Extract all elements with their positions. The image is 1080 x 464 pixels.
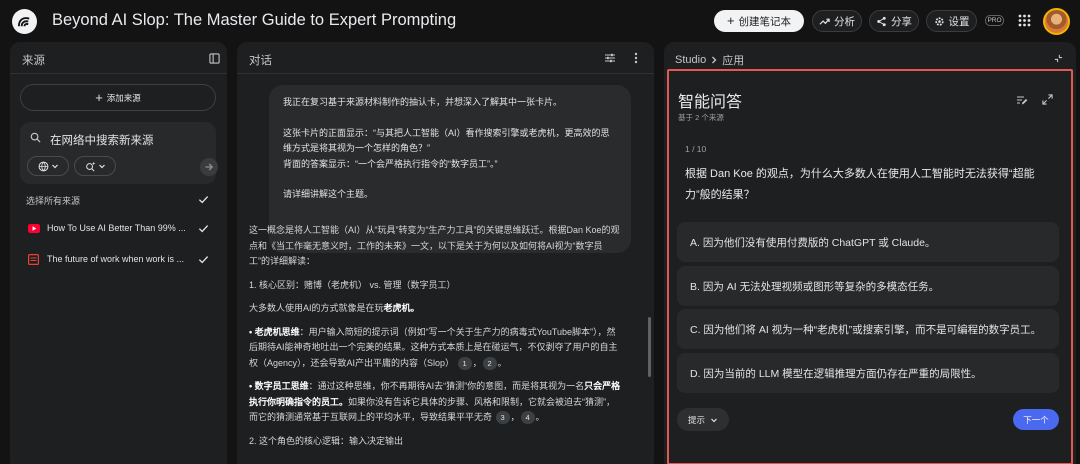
- source-item[interactable]: How To Use AI Better Than 99% ...: [28, 220, 186, 236]
- question-counter: 1 / 10: [685, 144, 707, 154]
- assistant-reply: 这一概念是将人工智能（AI）从“玩具”转变为“生产力工具”的关键思维跃迁。根据D…: [249, 223, 621, 457]
- search-submit-button[interactable]: [200, 158, 218, 176]
- analytics-label: 分析: [834, 15, 855, 28]
- source-checkbox[interactable]: [198, 223, 209, 234]
- search-icon: [30, 132, 41, 143]
- research-mode-dropdown[interactable]: [74, 156, 116, 176]
- chevron-right-icon: [712, 56, 717, 64]
- chat-scrollbar[interactable]: [648, 317, 651, 377]
- chevron-down-icon: [711, 418, 717, 422]
- source-item-label: The future of work when work is ...: [47, 254, 185, 264]
- settings-label: 设置: [948, 15, 970, 28]
- create-notebook-label: 创建笔记本: [738, 15, 792, 28]
- plus-icon: +: [726, 13, 735, 28]
- add-source-button[interactable]: + 添加来源: [20, 84, 216, 111]
- next-question-button[interactable]: 下一个: [1013, 409, 1059, 430]
- reply-bullet: • 老虎机思维：用户输入简短的提示词（例如“写一个关于生产力的病毒式YouTub…: [249, 326, 618, 370]
- source-item-label: How To Use AI Better Than 99% ...: [47, 223, 186, 233]
- answer-option-a[interactable]: A. 因为他们没有使用付费版的 ChatGPT 或 Claude。: [677, 222, 1059, 262]
- quiz-card: 智能问答 基于 2 个来源 1 / 10 根据 Dan Koe 的观点，为什么大…: [667, 69, 1073, 464]
- select-all-checkbox[interactable]: [198, 194, 209, 205]
- share-button[interactable]: 分享: [869, 10, 919, 32]
- chevron-down-icon: [51, 164, 58, 169]
- source-item[interactable]: The future of work when work is ...: [28, 251, 184, 267]
- search-input[interactable]: 在网络中搜索新来源: [50, 132, 154, 148]
- user-message-line: 这张卡片的正面显示：“与其把人工智能（AI）看作搜索引擎或老虎机，更高效的思维方…: [283, 127, 610, 154]
- share-icon: [877, 16, 886, 26]
- pro-badge: PRO: [985, 15, 1004, 26]
- arrow-right-icon: [205, 163, 214, 171]
- chevron-down-icon: [98, 164, 105, 169]
- add-source-label: 添加来源: [106, 92, 141, 103]
- quiz-title: 智能问答: [678, 94, 743, 111]
- reply-bold: 老虎机。: [383, 303, 420, 313]
- collapse-panel-icon[interactable]: [208, 52, 220, 64]
- tune-icon[interactable]: [603, 51, 616, 64]
- source-checkbox[interactable]: [198, 254, 209, 265]
- reply-text: ：通过这种思维，你不再期待AI去“猜测”你的意图，而是将其视为一名: [308, 381, 585, 391]
- notebooklm-logo-icon[interactable]: [12, 9, 37, 34]
- document-icon: [28, 253, 39, 265]
- plus-icon: +: [95, 89, 103, 105]
- answer-option-d[interactable]: D. 因为当前的 LLM 模型在逻辑推理方面仍存在严重的局限性。: [677, 353, 1059, 393]
- trending-up-icon: [819, 18, 830, 25]
- apps-grid-icon[interactable]: [1018, 14, 1031, 27]
- reply-intro: 这一概念是将人工智能（AI）从“玩具”转变为“生产力工具”的关键思维跃迁。根据D…: [249, 225, 620, 266]
- globe-icon: [38, 161, 48, 171]
- user-message-line: 请详细讲解这个主题。: [283, 189, 374, 199]
- settings-button[interactable]: 设置: [926, 10, 977, 32]
- user-message-line: 我正在复习基于来源材料制作的抽认卡，并想深入了解其中一张卡片。: [283, 97, 563, 107]
- search-sparkle-icon: [85, 161, 95, 171]
- reply-bullet: • 数字员工思维：通过这种思维，你不再期待AI去“猜测”你的意图，而是将其视为一…: [249, 381, 621, 424]
- breadcrumb-studio[interactable]: Studio: [675, 54, 706, 66]
- sources-panel: 来源 + 添加来源 在网络中搜索新来源 选择所有来源 How To Use AI…: [10, 42, 227, 464]
- select-all-label: 选择所有来源: [26, 196, 81, 206]
- reply-paragraph: 大多数人使用AI的方式就像是在玩老虎机。: [249, 301, 621, 317]
- web-search-box[interactable]: 在网络中搜索新来源: [20, 122, 218, 184]
- reply-text: ：用户输入简短的提示词（例如“写一个关于生产力的病毒式YouTube脚本”），然…: [249, 326, 618, 368]
- analytics-button[interactable]: 分析: [812, 10, 862, 32]
- chat-panel: 对话 我正在复习基于来源材料制作的抽认卡，并想深入了解其中一张卡片。 这张卡片的…: [237, 42, 654, 464]
- reply-section-heading: 2. 这个角色的核心逻辑：输入决定输出: [249, 435, 404, 446]
- quiz-question: 根据 Dan Koe 的观点，为什么大多数人在使用人工智能时无法获得“超能力”般…: [685, 168, 1035, 201]
- user-message-line: 背面的答案显示：“一个会严格执行指令的“数字员工”。”: [283, 158, 498, 169]
- citation-chip[interactable]: 1: [457, 356, 472, 370]
- web-source-dropdown[interactable]: [27, 156, 69, 176]
- gear-icon: [934, 16, 944, 26]
- fullscreen-icon[interactable]: [1041, 93, 1053, 105]
- reply-text: 大多数人使用AI的方式就像是在玩: [249, 303, 384, 313]
- reply-bold: • 老虎机思维: [249, 326, 300, 337]
- citation-chip[interactable]: 3: [495, 411, 510, 424]
- share-label: 分享: [891, 15, 912, 28]
- more-vert-icon[interactable]: [633, 51, 639, 64]
- citation-chip[interactable]: 2: [482, 356, 497, 370]
- breadcrumb-current: 应用: [722, 55, 745, 67]
- hint-label: 提示: [687, 414, 705, 425]
- breadcrumb: Studio 应用: [675, 52, 744, 68]
- quiz-source-count: 基于 2 个来源: [678, 113, 724, 122]
- reply-bold: • 数字员工思维: [249, 381, 309, 391]
- chat-header: 对话: [237, 42, 654, 74]
- sources-title: 来源: [22, 55, 45, 67]
- answer-option-c[interactable]: C. 因为他们将 AI 视为一种“老虎机”或搜索引擎，而不是可编程的数字员工。: [677, 309, 1059, 349]
- collapse-icon[interactable]: [1053, 53, 1063, 63]
- create-notebook-button[interactable]: + 创建笔记本: [714, 10, 804, 32]
- reply-section-heading: 1. 核心区别：赌博（老虎机） vs. 管理（数字员工）: [249, 279, 456, 290]
- notebook-title[interactable]: Beyond AI Slop: The Master Guide to Expe…: [52, 11, 456, 30]
- citation-chip[interactable]: 4: [520, 411, 535, 424]
- avatar[interactable]: [1043, 8, 1070, 35]
- sources-header: 来源: [10, 42, 227, 74]
- hint-button[interactable]: 提示: [677, 408, 729, 431]
- chat-title: 对话: [249, 55, 272, 67]
- top-bar: Beyond AI Slop: The Master Guide to Expe…: [0, 0, 1080, 42]
- edit-prompt-icon[interactable]: [1015, 93, 1028, 106]
- youtube-icon: [28, 223, 40, 233]
- answer-option-b[interactable]: B. 因为 AI 无法处理视频或图形等复杂的多模态任务。: [677, 266, 1059, 306]
